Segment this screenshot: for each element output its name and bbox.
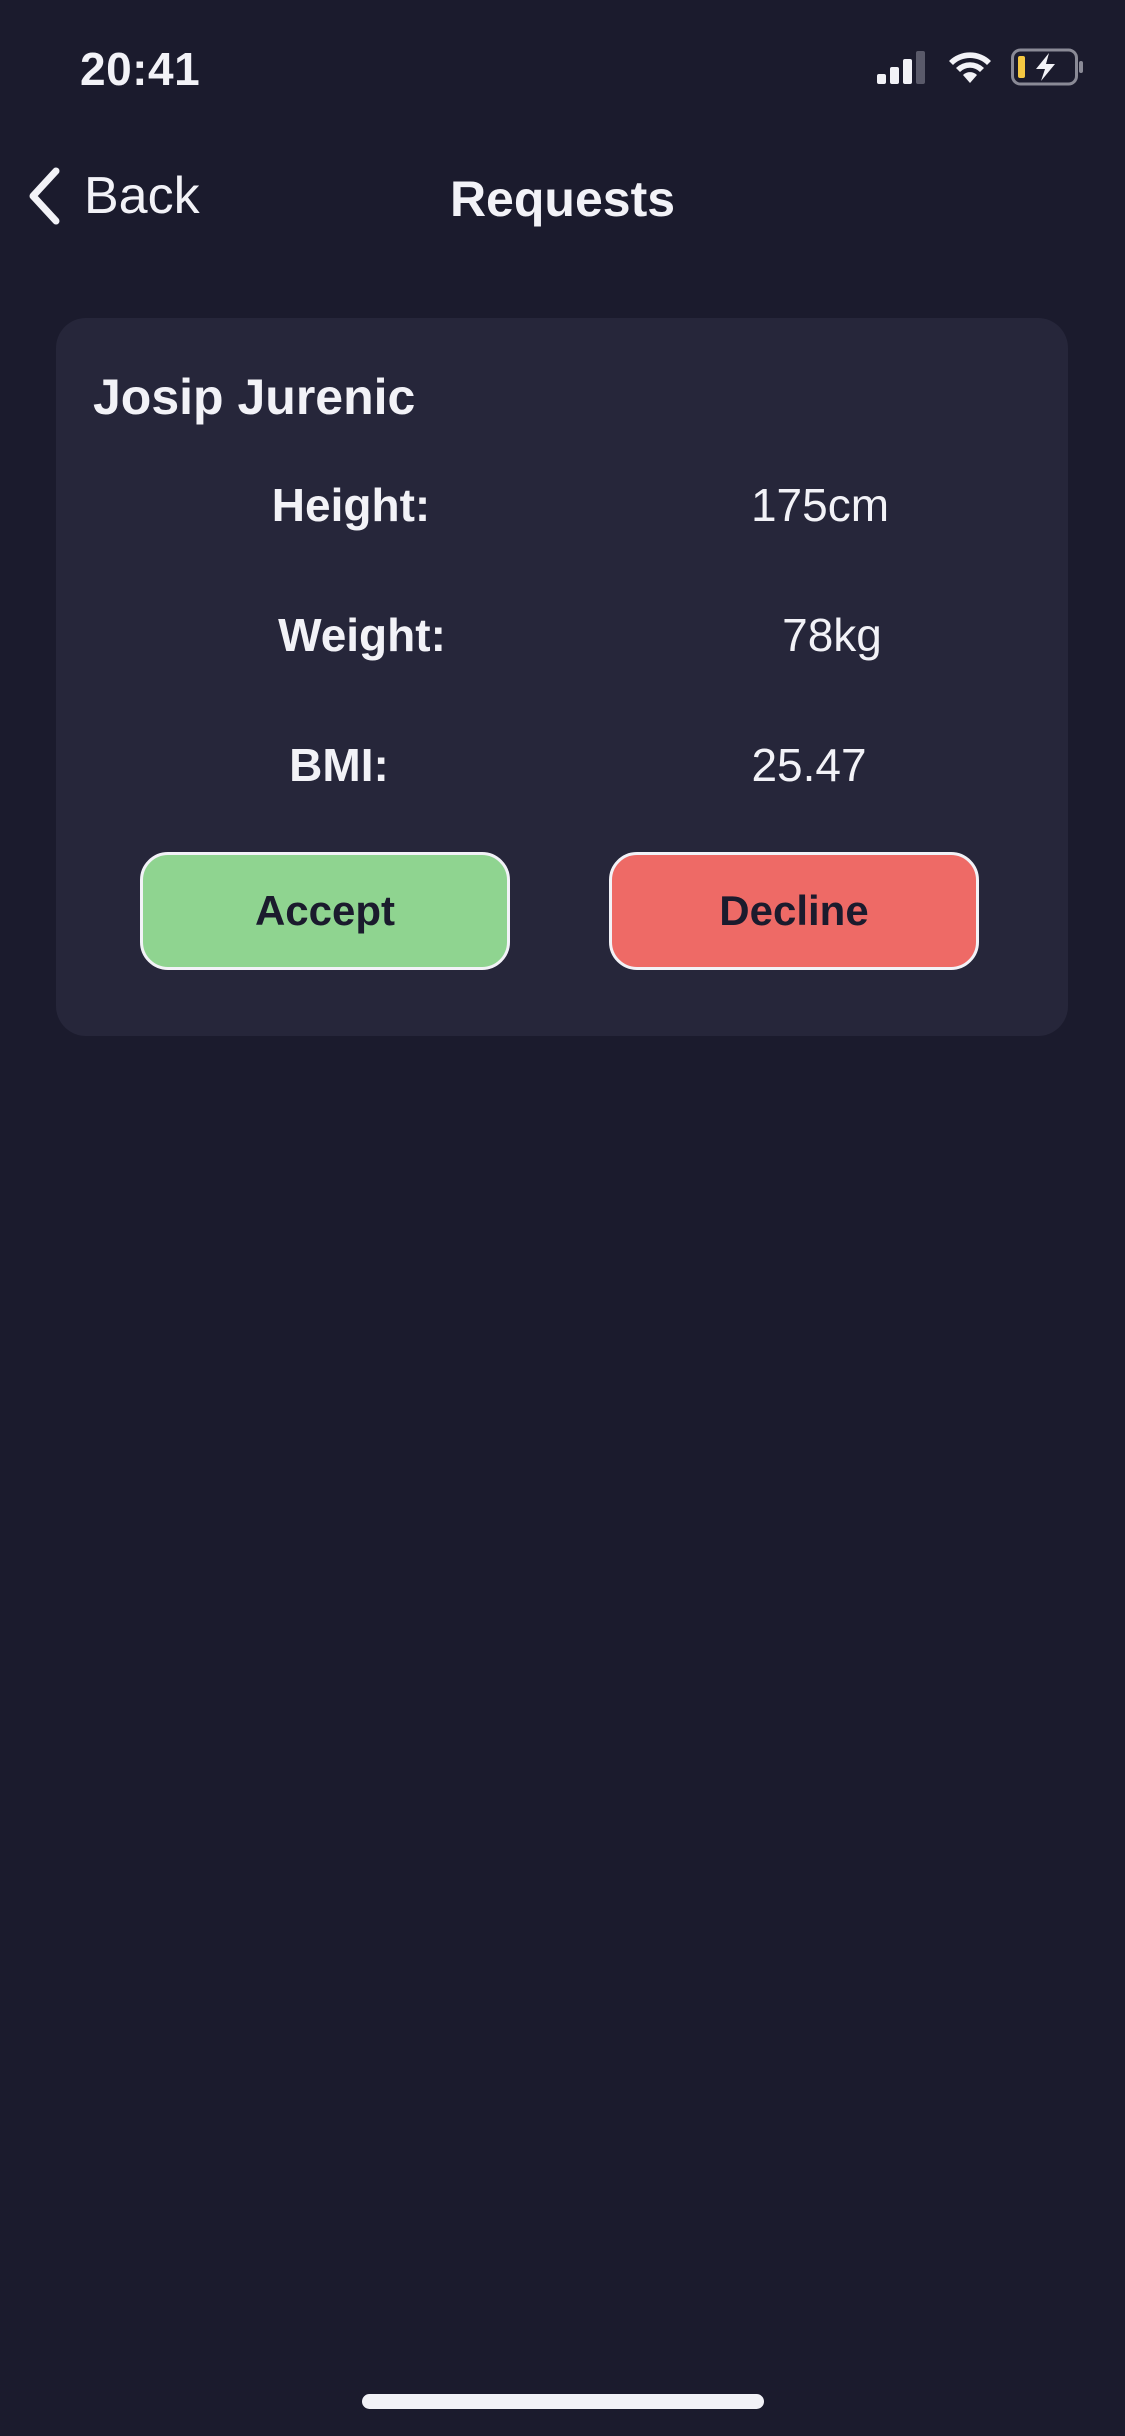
accept-button[interactable]: Accept — [140, 852, 510, 970]
height-value: 175cm — [750, 479, 890, 531]
decline-button[interactable]: Decline — [609, 852, 979, 970]
navigation-bar: Back Requests — [0, 150, 1125, 250]
weight-value: 78kg — [782, 609, 882, 661]
battery-charging-icon — [1011, 48, 1083, 86]
weight-label: Weight: — [278, 609, 446, 661]
bmi-label: BMI: — [289, 739, 389, 791]
requester-name: Josip Jurenic — [93, 369, 416, 425]
cellular-signal-icon — [877, 51, 925, 84]
page-title: Requests — [449, 171, 676, 227]
wifi-icon — [949, 52, 991, 83]
home-indicator — [362, 2394, 764, 2409]
request-card: Josip Jurenic Height: 175cm Weight: 78kg… — [56, 318, 1068, 1036]
status-bar: 20:41 — [0, 0, 1125, 140]
status-icons — [877, 48, 1085, 86]
status-time: 20:41 — [80, 43, 201, 95]
bmi-value: 25.47 — [751, 739, 867, 791]
height-label: Height: — [271, 479, 431, 531]
